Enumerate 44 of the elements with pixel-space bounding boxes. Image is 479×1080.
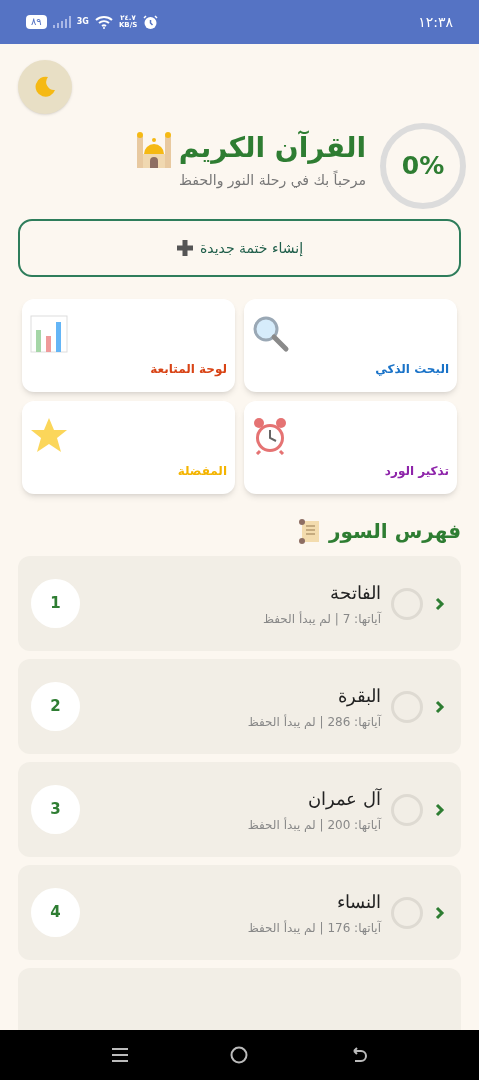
surah-number: 1	[31, 579, 80, 628]
alarm-clock-icon	[252, 417, 288, 455]
bar-chart-icon	[30, 315, 68, 353]
wifi-icon	[94, 15, 113, 29]
network-type: 3G	[76, 18, 89, 26]
surah-number: 3	[31, 785, 80, 834]
chevron-icon	[435, 596, 445, 611]
feature-label: لوحة المتابعة	[150, 361, 227, 379]
feature-label: تذكير الورد	[384, 463, 449, 481]
chevron-icon	[435, 802, 445, 817]
surah-name: النساء	[337, 890, 381, 914]
star-icon	[30, 417, 68, 453]
surah-info: آياتها: 200 | لم يبدأ الحفظ	[247, 816, 381, 834]
feature-card[interactable]: البحث الذكي	[244, 299, 457, 392]
back-icon[interactable]	[350, 1047, 369, 1063]
surah-name: الفاتحة	[330, 581, 381, 605]
moon-icon	[33, 75, 57, 99]
welcome-subtitle: مرحباً بك في رحلة النور والحفظ	[179, 170, 366, 191]
surah-number: 4	[31, 888, 80, 937]
surah-name: آل عمران	[308, 787, 381, 812]
surah-info: آياتها: 286 | لم يبدأ الحفظ	[247, 713, 381, 731]
surah-info: آياتها: 176 | لم يبدأ الحفظ	[247, 919, 381, 937]
progress-percent: 0%	[400, 150, 446, 183]
surah-info: آياتها: 7 | لم يبدأ الحفظ	[262, 610, 381, 628]
clock: ١٢:٣٨	[418, 12, 453, 32]
home-icon[interactable]	[230, 1046, 249, 1064]
app-title: القرآن الكريم	[178, 129, 366, 166]
surah-number: 2	[31, 682, 80, 731]
feature-label: البحث الذكي	[375, 361, 449, 378]
new-khatma-button[interactable]: إنشاء ختمة جديدة	[18, 219, 461, 277]
feature-card[interactable]: تذكير الورد	[244, 401, 457, 494]
magnifier-icon	[252, 315, 290, 353]
section-title: فهرس السور	[328, 518, 461, 545]
chevron-icon	[435, 905, 445, 920]
signal-icon	[52, 16, 71, 28]
plus-icon	[175, 239, 194, 257]
menu-icon[interactable]	[110, 1047, 129, 1063]
feature-label: المفضلة	[177, 463, 227, 480]
feature-card[interactable]: لوحة المتابعة	[22, 299, 235, 392]
theme-toggle-button[interactable]	[18, 60, 72, 114]
battery-indicator: ٨٩	[26, 15, 47, 29]
alarm-icon	[143, 14, 159, 30]
chevron-icon	[435, 699, 445, 714]
surah-name: البقرة	[338, 684, 381, 709]
